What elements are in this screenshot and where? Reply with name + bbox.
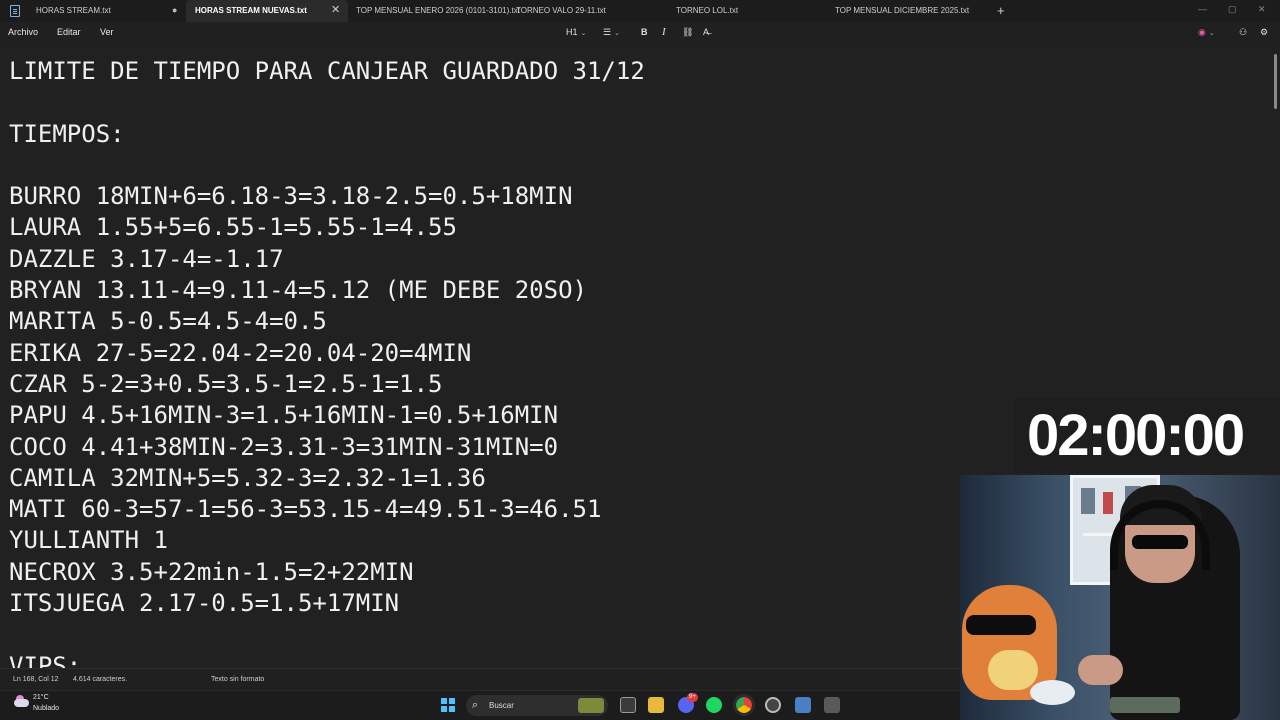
document-line[interactable] <box>9 150 645 181</box>
document-line[interactable] <box>9 619 645 650</box>
document-line[interactable]: NECROX 3.5+22min-1.5=2+22MIN <box>9 557 645 588</box>
document-line[interactable]: CAMILA 32MIN+5=5.32-3=2.32-1=1.36 <box>9 463 645 494</box>
calculator-icon[interactable] <box>824 697 840 713</box>
chevron-down-icon: ⌄ <box>580 30 587 37</box>
search-label: Buscar <box>489 701 514 710</box>
plush-sunglasses <box>966 615 1036 635</box>
clear-formatting-icon[interactable]: A̶ <box>703 22 709 43</box>
document-line[interactable]: LAURA 1.55+5=6.55-1=5.55-1=4.55 <box>9 212 645 243</box>
cursor-position: Ln 168, Col 12 <box>13 676 59 683</box>
list-dropdown[interactable]: ☰ ⌄ <box>603 22 620 44</box>
list-icon: ☰ <box>603 27 612 37</box>
streamer-hand <box>1078 655 1123 685</box>
chevron-down-icon: ⌄ <box>614 30 620 37</box>
sunglasses <box>1132 535 1188 549</box>
minimize-icon[interactable]: — <box>1198 0 1207 18</box>
tab-horas-stream[interactable]: HORAS STREAM.txt <box>36 0 111 22</box>
document-line[interactable]: DAZZLE 3.17-4=-1.17 <box>9 244 645 275</box>
close-tab-icon[interactable]: ✕ <box>331 0 340 21</box>
plush-belly <box>988 650 1038 690</box>
document-line[interactable]: ERIKA 27-5=22.04-2=20.04-20=4MIN <box>9 338 645 369</box>
vertical-scrollbar[interactable] <box>1274 54 1277 109</box>
document-text[interactable]: LIMITE DE TIEMPO PARA CANJEAR GUARDADO 3… <box>9 56 645 668</box>
file-explorer-icon[interactable] <box>648 697 664 713</box>
link-icon[interactable]: ⛓ <box>682 22 693 43</box>
text-format[interactable]: Texto sin formato <box>211 669 264 690</box>
tab-label: HORAS STREAM.txt <box>36 6 111 15</box>
document-line[interactable]: LIMITE DE TIEMPO PARA CANJEAR GUARDADO 3… <box>9 56 645 87</box>
taskbar: 21°C Nublado ⌕ Buscar 9+ <box>0 690 960 720</box>
menu-editar[interactable]: Editar <box>57 22 81 43</box>
bold-button[interactable]: B <box>641 22 648 43</box>
stream-timer: 02:00:00 <box>1027 403 1245 468</box>
obs-icon[interactable] <box>765 697 781 713</box>
copilot-icon[interactable]: ◉ ⌄ <box>1198 22 1215 44</box>
tab-label: TOP MENSUAL ENERO 2026 (0101-3101).txt <box>356 6 520 15</box>
chevron-down-icon: ⌄ <box>1208 30 1215 37</box>
document-line[interactable]: MARITA 5-0.5=4.5-4=0.5 <box>9 306 645 337</box>
tab-label: TORNEO LOL.txt <box>676 6 739 15</box>
tab-torneo-lol[interactable]: TORNEO LOL.txt <box>676 0 738 22</box>
notepad-app-icon <box>10 5 20 17</box>
document-line[interactable]: BRYAN 13.11-4=9.11-4=5.12 (ME DEBE 20SO) <box>9 275 645 306</box>
menu-ver[interactable]: Ver <box>100 22 114 43</box>
webcam-overlay <box>960 475 1280 720</box>
tab-horas-stream-nuevas[interactable]: HORAS STREAM NUEVAS.txt <box>186 0 348 22</box>
spotify-icon[interactable] <box>706 697 722 713</box>
keyboard <box>1110 697 1180 713</box>
tab-label: TOP MENSUAL DICIEMBRE 2025.txt <box>835 6 970 15</box>
tab-top-mensual-diciembre[interactable]: TOP MENSUAL DICIEMBRE 2025.txt <box>835 0 969 22</box>
windows-start-icon[interactable] <box>441 698 455 712</box>
maximize-icon[interactable]: ▢ <box>1228 0 1237 18</box>
task-view-icon[interactable] <box>620 697 636 713</box>
menu-bar: Archivo Editar Ver H1 ⌄ ☰ ⌄ B I ⛓ A̶ ◉ ⌄ ⚇ … <box>0 22 1280 44</box>
tab-top-mensual-enero[interactable]: TOP MENSUAL ENERO 2026 (0101-3101).txt <box>356 0 520 22</box>
heading-label: H1 <box>566 27 578 37</box>
weather-condition[interactable]: Nublado <box>33 705 59 712</box>
mouse <box>1030 680 1075 705</box>
character-count: 4.614 caracteres. <box>73 676 128 683</box>
new-tab-plus-icon[interactable]: + <box>997 0 1005 21</box>
weather-cloud-icon[interactable] <box>12 695 30 709</box>
taskbar-search[interactable]: ⌕ Buscar <box>466 695 608 716</box>
document-line[interactable]: ITSJUEGA 2.17-0.5=1.5+17MIN <box>9 588 645 619</box>
status-bar: Ln 168, Col 12 4.614 caracteres. Texto s… <box>0 668 960 690</box>
document-line[interactable]: YULLIANTH 1 <box>9 525 645 556</box>
document-line[interactable]: MATI 60-3=57-1=56-3=53.15-4=49.51-3=46.5… <box>9 494 645 525</box>
discord-badge: 9+ <box>687 693 698 702</box>
account-icon[interactable]: ⚇ <box>1239 22 1247 43</box>
heading-dropdown[interactable]: H1 ⌄ <box>566 22 586 44</box>
document-line[interactable]: CZAR 5-2=3+0.5=3.5-1=2.5-1=1.5 <box>9 369 645 400</box>
tab-bar: HORAS STREAM.txt ● HORAS STREAM NUEVAS.t… <box>0 0 1280 22</box>
notepad-icon[interactable] <box>795 697 811 713</box>
settings-gear-icon[interactable]: ⚙ <box>1260 22 1268 43</box>
tab-label: TORNEO VALO 29-11.txt <box>516 6 606 15</box>
unsaved-dot-icon: ● <box>172 5 178 15</box>
document-line[interactable]: TIEMPOS: <box>9 119 645 150</box>
menu-archivo[interactable]: Archivo <box>8 22 38 43</box>
weather-temperature[interactable]: 21°C <box>33 694 49 701</box>
chrome-icon[interactable] <box>733 694 755 716</box>
document-line[interactable]: BURRO 18MIN+6=6.18-3=3.18-2.5=0.5+18MIN <box>9 181 645 212</box>
close-window-icon[interactable]: ✕ <box>1258 0 1266 18</box>
italic-button[interactable]: I <box>662 22 666 43</box>
document-line[interactable]: VIPS: <box>9 651 645 668</box>
tab-torneo-valo[interactable]: TORNEO VALO 29-11.txt <box>516 0 606 22</box>
document-line[interactable]: PAPU 4.5+16MIN-3=1.5+16MIN-1=0.5+16MIN <box>9 400 645 431</box>
tab-label: HORAS STREAM NUEVAS.txt <box>195 6 307 15</box>
search-highlight-icon <box>578 698 604 713</box>
document-line[interactable]: COCO 4.41+38MIN-2=3.31-3=31MIN-31MIN=0 <box>9 432 645 463</box>
search-icon: ⌕ <box>472 699 479 711</box>
document-line[interactable] <box>9 87 645 118</box>
